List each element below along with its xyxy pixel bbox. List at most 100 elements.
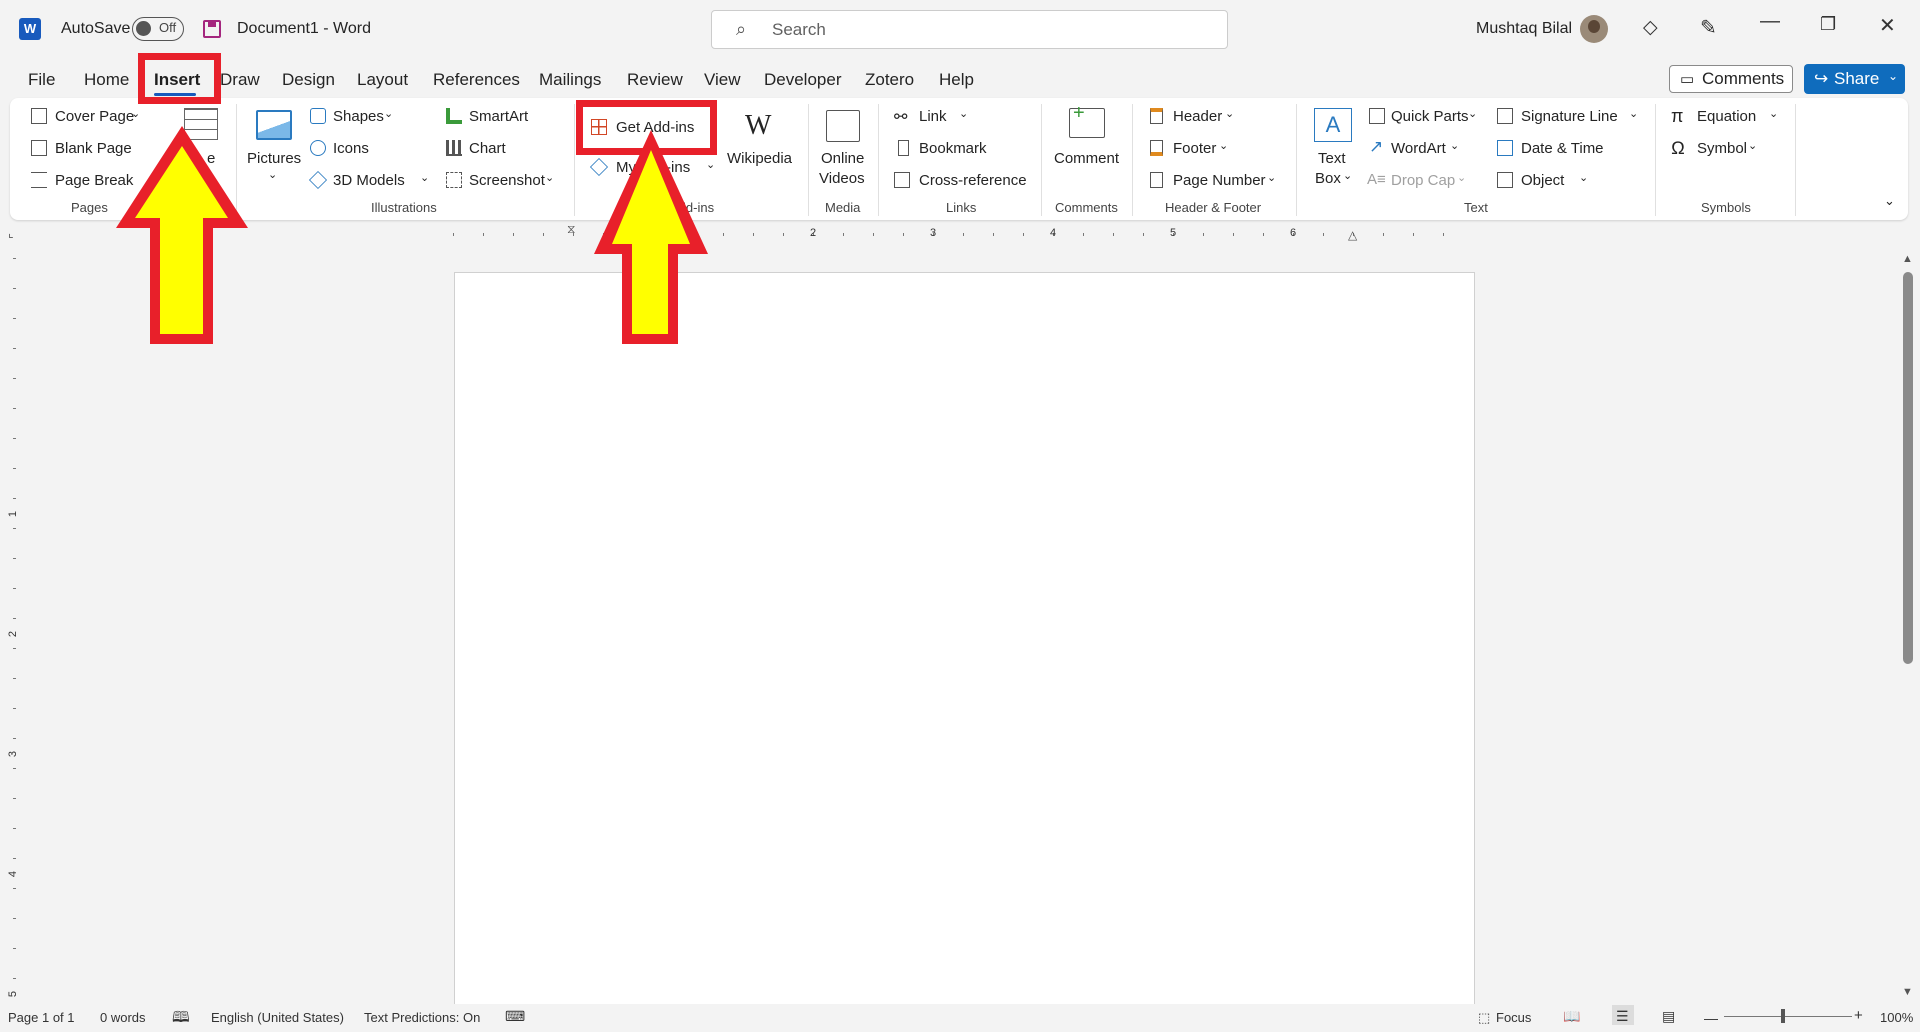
- tab-zotero[interactable]: Zotero: [865, 70, 914, 90]
- proofing-icon[interactable]: 🕮: [172, 1007, 190, 1032]
- text-box-line2[interactable]: Box: [1315, 170, 1341, 187]
- chevron-down-icon[interactable]: ⌄: [1267, 171, 1276, 184]
- focus-icon[interactable]: ⬚: [1478, 1010, 1490, 1026]
- text-predictions[interactable]: Text Predictions: On: [364, 1010, 480, 1025]
- search-input[interactable]: ⌕ Search: [711, 10, 1228, 49]
- chevron-down-icon[interactable]: ⌄: [131, 107, 140, 120]
- language[interactable]: English (United States): [211, 1010, 344, 1025]
- share-button[interactable]: ↪ Share ⌄: [1804, 64, 1905, 94]
- tab-view[interactable]: View: [704, 70, 741, 90]
- tab-selector-icon[interactable]: ⌞: [8, 226, 14, 240]
- cross-reference-button[interactable]: Cross-reference: [919, 172, 1027, 189]
- signature-line-button[interactable]: Signature Line: [1521, 108, 1618, 125]
- chevron-down-icon[interactable]: ⌄: [1769, 107, 1778, 120]
- wikipedia-button[interactable]: Wikipedia: [727, 150, 792, 167]
- tab-draw[interactable]: Draw: [220, 70, 260, 90]
- wordart-button[interactable]: WordArt: [1391, 140, 1446, 157]
- comments-button[interactable]: ▭ Comments: [1669, 65, 1793, 93]
- minimize-icon[interactable]: —: [1760, 10, 1780, 33]
- page-number-button[interactable]: Page Number: [1173, 172, 1266, 189]
- tab-review[interactable]: Review: [627, 70, 683, 90]
- chevron-down-icon[interactable]: ⌄: [1468, 107, 1477, 120]
- signature-line-icon: [1497, 108, 1513, 124]
- accessibility-icon[interactable]: ⌨: [505, 1008, 525, 1025]
- tab-help[interactable]: Help: [939, 70, 974, 90]
- symbol-button[interactable]: Symbol: [1697, 140, 1747, 157]
- cross-reference-icon: [894, 172, 910, 188]
- pen-icon[interactable]: ✎: [1700, 15, 1717, 40]
- chevron-down-icon[interactable]: ⌄: [1629, 107, 1638, 120]
- user-name[interactable]: Mushtaq Bilal: [1476, 20, 1572, 38]
- chevron-down-icon[interactable]: ⌄: [959, 107, 968, 120]
- group-label-symbols: Symbols: [1701, 200, 1751, 215]
- restore-icon[interactable]: ❐: [1820, 14, 1836, 35]
- vertical-scrollbar[interactable]: [1903, 272, 1913, 664]
- chart-button[interactable]: Chart: [469, 140, 506, 157]
- document-page[interactable]: [454, 272, 1475, 1014]
- tab-home[interactable]: Home: [84, 70, 129, 90]
- chevron-down-icon[interactable]: ⌄: [1579, 171, 1588, 184]
- vertical-ruler[interactable]: [10, 258, 20, 998]
- tab-mailings[interactable]: Mailings: [539, 70, 601, 90]
- smartart-button[interactable]: SmartArt: [469, 108, 528, 125]
- scroll-up-icon[interactable]: ▲: [1902, 253, 1913, 265]
- zoom-level[interactable]: 100%: [1880, 1010, 1913, 1025]
- 3d-models-button[interactable]: 3D Models: [333, 172, 405, 189]
- date-time-button[interactable]: Date & Time: [1521, 140, 1604, 157]
- tab-file[interactable]: File: [28, 70, 55, 90]
- object-button[interactable]: Object: [1521, 172, 1564, 189]
- online-videos-line2[interactable]: Videos: [819, 170, 865, 187]
- chevron-down-icon[interactable]: ⌄: [420, 171, 429, 184]
- zoom-out-icon[interactable]: —: [1704, 1010, 1718, 1026]
- page-number-icon: [1150, 172, 1163, 188]
- bookmark-button[interactable]: Bookmark: [919, 140, 987, 157]
- close-icon[interactable]: ✕: [1879, 13, 1896, 38]
- online-videos-line1[interactable]: Online: [821, 150, 864, 167]
- icons-button[interactable]: Icons: [333, 140, 369, 157]
- right-indent-icon[interactable]: △: [1348, 228, 1357, 242]
- hanging-indent-icon[interactable]: ⧖: [567, 222, 575, 237]
- chevron-down-icon[interactable]: ⌄: [1219, 139, 1228, 152]
- header-button[interactable]: Header: [1173, 108, 1222, 125]
- avatar[interactable]: [1580, 15, 1608, 43]
- word-count[interactable]: 0 words: [100, 1010, 146, 1025]
- pictures-icon: [256, 110, 292, 140]
- tab-references[interactable]: References: [433, 70, 520, 90]
- chevron-down-icon[interactable]: ⌄: [1888, 69, 1898, 83]
- ruler-number: 5: [1170, 227, 1177, 239]
- ruler-number: 3: [930, 227, 937, 239]
- save-icon[interactable]: [203, 20, 221, 38]
- link-button[interactable]: Link: [919, 108, 947, 125]
- web-layout-icon[interactable]: ▤: [1662, 1008, 1675, 1025]
- footer-button[interactable]: Footer: [1173, 140, 1216, 157]
- screenshot-button[interactable]: Screenshot: [469, 172, 545, 189]
- chevron-down-icon[interactable]: ⌄: [1343, 169, 1352, 182]
- quick-parts-button[interactable]: Quick Parts: [1391, 108, 1469, 125]
- tab-developer[interactable]: Developer: [764, 70, 842, 90]
- cover-page-icon: [31, 108, 47, 124]
- page-count[interactable]: Page 1 of 1: [8, 1010, 75, 1025]
- zoom-slider[interactable]: [1724, 1016, 1852, 1017]
- text-box-line1[interactable]: Text: [1318, 150, 1346, 167]
- autosave-toggle[interactable]: Off: [132, 17, 184, 41]
- chevron-down-icon[interactable]: ⌄: [1450, 139, 1459, 152]
- zoom-slider-thumb[interactable]: [1781, 1009, 1785, 1023]
- tab-design[interactable]: Design: [282, 70, 335, 90]
- tab-layout[interactable]: Layout: [357, 70, 408, 90]
- diamond-icon[interactable]: ◇: [1643, 16, 1658, 39]
- zoom-in-icon[interactable]: +: [1854, 1007, 1863, 1024]
- group-label-header-footer: Header & Footer: [1165, 200, 1262, 215]
- focus-button[interactable]: Focus: [1496, 1010, 1531, 1025]
- scroll-down-icon[interactable]: ▼: [1902, 986, 1913, 998]
- collapse-ribbon-icon[interactable]: ⌄: [1884, 193, 1895, 209]
- comment-button[interactable]: Comment: [1054, 150, 1119, 167]
- chevron-down-icon[interactable]: ⌄: [268, 168, 277, 181]
- equation-button[interactable]: Equation: [1697, 108, 1756, 125]
- read-mode-icon[interactable]: 📖: [1563, 1008, 1580, 1025]
- shapes-button[interactable]: Shapes: [333, 108, 384, 125]
- chevron-down-icon[interactable]: ⌄: [1748, 139, 1757, 152]
- chevron-down-icon[interactable]: ⌄: [384, 107, 393, 120]
- pictures-button[interactable]: Pictures: [247, 150, 301, 167]
- chevron-down-icon[interactable]: ⌄: [545, 171, 554, 184]
- chevron-down-icon[interactable]: ⌄: [1225, 107, 1234, 120]
